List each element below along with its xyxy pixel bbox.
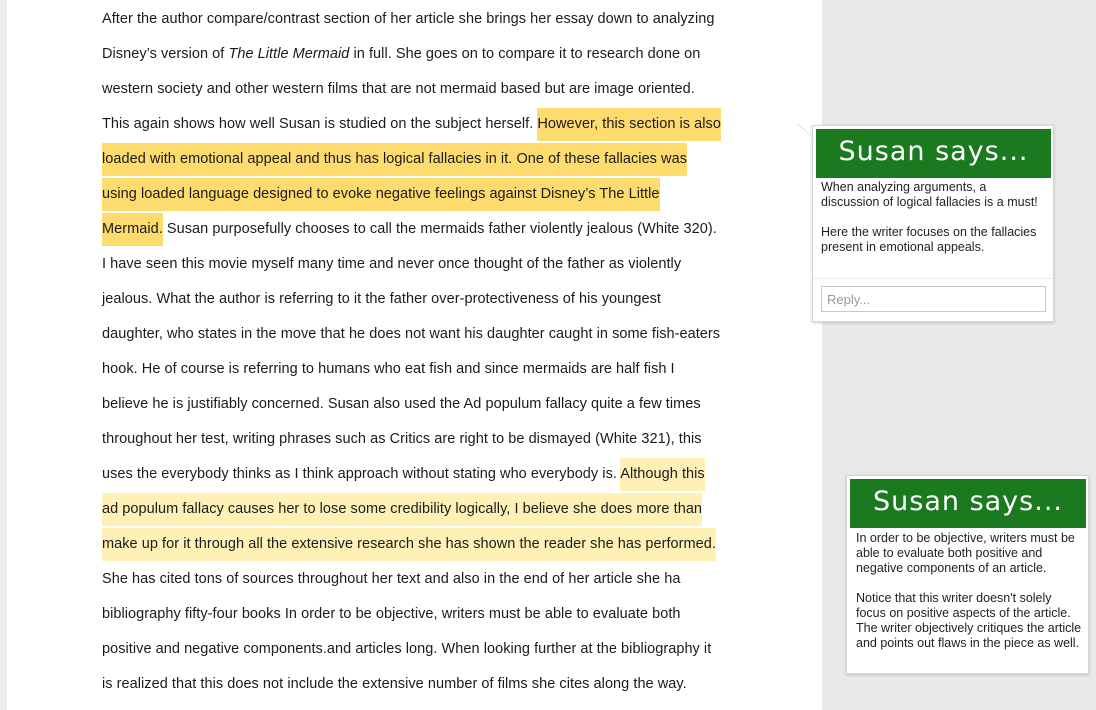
document-line: believe he is justifiably concerned. Sus…: [102, 387, 792, 422]
text-run: is realized that this does not include t…: [102, 676, 687, 692]
highlighted-text[interactable]: Although this: [620, 458, 705, 491]
comment-text: When analyzing arguments, a discussion o…: [821, 180, 1038, 209]
text-run: believe he is justifiably concerned. Sus…: [102, 396, 701, 412]
highlighted-text[interactable]: However, this section is also: [537, 108, 721, 141]
text-run: throughout her test, writing phrases suc…: [102, 431, 702, 447]
document-line: uses the everybody thinks as I think app…: [102, 457, 792, 492]
comment-divider: [813, 278, 1053, 279]
left-gutter: [0, 0, 7, 710]
comment-body: When analyzing arguments, a discussion o…: [821, 180, 1047, 270]
document-page[interactable]: After the author compare/contrast sectio…: [7, 0, 822, 710]
document-line: jealous. What the author is referring to…: [102, 282, 792, 317]
document-line: Disney’s version of The Little Mermaid i…: [102, 37, 792, 72]
text-run: positive and negative components.and art…: [102, 641, 712, 657]
text-run: She has cited tons of sources throughout…: [102, 571, 681, 587]
document-line: daughter, who states in the move that he…: [102, 317, 792, 352]
document-body[interactable]: After the author compare/contrast sectio…: [102, 2, 792, 702]
text-run: in full. She goes on to compare it to re…: [349, 46, 701, 62]
document-line: throughout her test, writing phrases suc…: [102, 422, 792, 457]
highlighted-text[interactable]: using loaded language designed to evoke …: [102, 178, 660, 211]
comment-card-2[interactable]: Susan says... In order to be objective, …: [846, 475, 1089, 674]
document-line: western society and other western films …: [102, 72, 792, 107]
comment-text: Notice that this writer doesn't solely f…: [856, 591, 1082, 650]
text-run: bibliography fifty-four books In order t…: [102, 606, 681, 622]
document-line: make up for it through all the extensive…: [102, 527, 792, 562]
text-run: hook. He of course is referring to human…: [102, 361, 675, 377]
document-line: bibliography fifty-four books In order t…: [102, 597, 792, 632]
highlighted-text[interactable]: Mermaid.: [102, 213, 163, 246]
document-line: Mermaid. Susan purposefully chooses to c…: [102, 212, 792, 247]
comment-card-1[interactable]: Susan says... When analyzing arguments, …: [812, 125, 1054, 322]
document-line: hook. He of course is referring to human…: [102, 352, 792, 387]
document-line: is realized that this does not include t…: [102, 667, 792, 702]
document-line: positive and negative components.and art…: [102, 632, 792, 667]
italic-text: The Little Mermaid: [228, 46, 350, 62]
text-run: jealous. What the author is referring to…: [102, 291, 662, 307]
text-run: uses the everybody thinks as I think app…: [102, 466, 621, 482]
text-run: This again shows how well Susan is studi…: [102, 116, 538, 132]
document-line: I have seen this movie myself many time …: [102, 247, 792, 282]
comment-banner: Susan says...: [816, 129, 1051, 178]
document-line: using loaded language designed to evoke …: [102, 177, 792, 212]
reply-input[interactable]: [821, 286, 1046, 312]
text-run: I have seen this movie myself many time …: [102, 256, 682, 272]
document-line: ad populum fallacy causes her to lose so…: [102, 492, 792, 527]
text-run: western society and other western films …: [102, 81, 695, 97]
comment-banner: Susan says...: [850, 479, 1086, 528]
document-line: After the author compare/contrast sectio…: [102, 2, 792, 37]
comment-text: Here the writer focuses on the fallacies…: [821, 225, 1037, 254]
text-run: daughter, who states in the move that he…: [102, 326, 721, 342]
highlighted-text[interactable]: loaded with emotional appeal and thus ha…: [102, 143, 687, 176]
document-line: This again shows how well Susan is studi…: [102, 107, 792, 142]
document-line: loaded with emotional appeal and thus ha…: [102, 142, 792, 177]
highlighted-text[interactable]: make up for it through all the extensive…: [102, 528, 716, 561]
highlighted-text[interactable]: ad populum fallacy causes her to lose so…: [102, 493, 703, 526]
text-run: Disney’s version of: [102, 46, 229, 62]
text-run: Susan purposefully chooses to call the m…: [162, 221, 717, 237]
document-line: She has cited tons of sources throughout…: [102, 562, 792, 597]
comment-text: In order to be objective, writers must b…: [856, 531, 1075, 575]
text-run: After the author compare/contrast sectio…: [102, 11, 715, 27]
comment-body: In order to be objective, writers must b…: [856, 531, 1084, 666]
